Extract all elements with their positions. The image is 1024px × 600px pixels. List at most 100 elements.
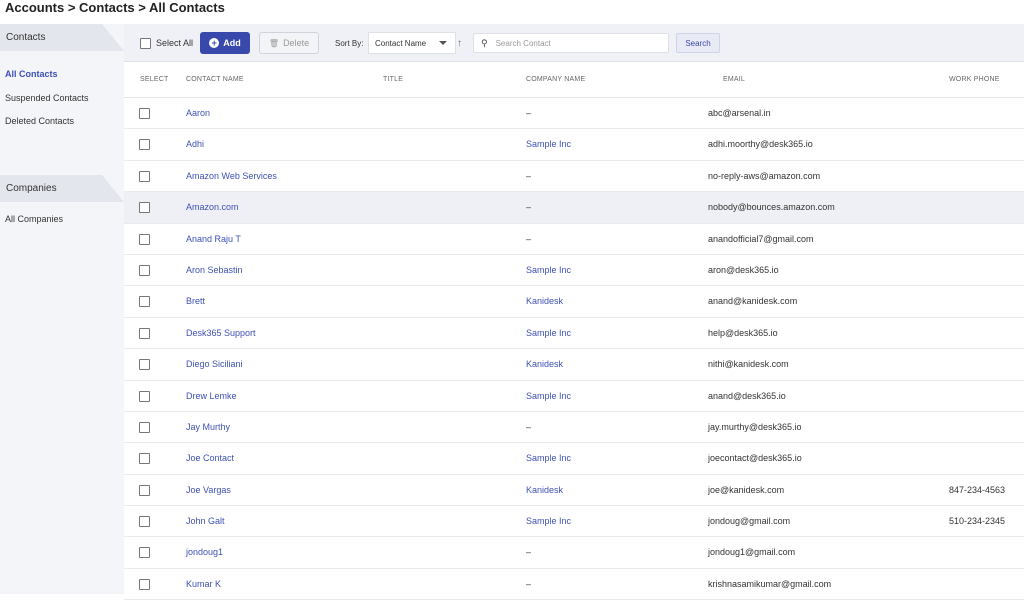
table-row[interactable]: jondoug1 – jondoug1@gmail.com — [124, 537, 1024, 569]
company-name: – — [526, 233, 532, 244]
delete-button[interactable]: 🗑 Delete — [259, 32, 319, 54]
company-name-link[interactable]: Kanidesk — [526, 286, 563, 317]
contact-name-link[interactable]: Amazon.com — [186, 192, 239, 223]
row-checkbox[interactable] — [139, 233, 150, 245]
row-checkbox[interactable] — [139, 578, 150, 590]
table-row[interactable]: Brett Kanidesk anand@kanidesk.com — [124, 286, 1024, 318]
contact-name-link[interactable]: Desk365 Support — [186, 318, 256, 349]
company-name: – — [526, 578, 532, 589]
sidebar-section-contacts: Contacts — [0, 24, 124, 51]
row-checkbox[interactable] — [139, 484, 150, 496]
row-checkbox[interactable] — [139, 296, 150, 308]
column-header-select: SELECT — [140, 76, 169, 83]
contact-email: adhi.moorthy@desk365.io — [708, 139, 813, 150]
select-all-checkbox[interactable] — [140, 37, 151, 49]
row-checkbox[interactable] — [139, 264, 150, 276]
contact-email: no-reply-aws@amazon.com — [708, 170, 821, 181]
company-name-link[interactable]: Sample Inc — [526, 506, 571, 537]
table-header: SELECT CONTACT NAME TITLE COMPANY NAME E… — [124, 62, 1024, 98]
company-name-link[interactable]: Sample Inc — [526, 318, 571, 349]
row-checkbox[interactable] — [139, 327, 150, 339]
company-name-link[interactable]: Sample Inc — [526, 443, 571, 474]
table-row[interactable]: Drew Lemke Sample Inc anand@desk365.io — [124, 381, 1024, 412]
sidebar-item-suspended-contacts[interactable]: Suspended Contacts — [0, 87, 124, 111]
sidebar-item-all-companies[interactable]: All Companies — [0, 208, 124, 232]
plus-circle-icon: + — [209, 38, 220, 48]
company-name-link[interactable]: Kanidesk — [526, 475, 563, 506]
add-button[interactable]: + Add — [200, 32, 250, 54]
contact-name-link[interactable]: Aaron — [186, 98, 210, 129]
row-checkbox[interactable] — [139, 108, 150, 119]
breadcrumb: Accounts > Contacts > All Contacts — [5, 0, 225, 15]
contact-email: krishnasamikumar@gmail.com — [708, 578, 832, 589]
contact-name-link[interactable]: Adhi — [186, 129, 204, 160]
table-row[interactable]: Aron Sebastin Sample Inc aron@desk365.io — [124, 255, 1024, 287]
search-input[interactable] — [495, 38, 656, 48]
table-row[interactable]: Amazon.com – nobody@bounces.amazon.com — [124, 192, 1024, 224]
search-icon: ⚲ — [481, 37, 488, 48]
company-name-link[interactable]: Sample Inc — [526, 381, 571, 412]
table-row[interactable]: Desk365 Support Sample Inc help@desk365.io — [124, 318, 1024, 350]
table-body: Aaron – abc@arsenal.in Adhi Sample Inc adhi.m… — [124, 98, 1024, 600]
table-row[interactable]: Joe Contact Sample Inc joecontact@desk365.… — [124, 443, 1024, 475]
contact-name-link[interactable]: Brett — [186, 286, 205, 317]
sidebar-item-all-contacts[interactable]: All Contacts — [0, 63, 124, 87]
contact-name-link[interactable]: John Galt — [186, 506, 225, 537]
row-checkbox[interactable] — [139, 139, 150, 151]
row-checkbox[interactable] — [139, 390, 150, 402]
row-checkbox[interactable] — [139, 202, 150, 214]
row-checkbox[interactable] — [139, 516, 150, 528]
contact-email: anand@kanidesk.com — [708, 296, 798, 307]
contact-email: help@desk365.io — [708, 327, 778, 338]
contact-name-link[interactable]: Jay Murthy — [186, 412, 230, 443]
sidebar-item-deleted-contacts[interactable]: Deleted Contacts — [0, 110, 124, 134]
table-row[interactable]: Amazon Web Services – no-reply-aws@amazon.… — [124, 161, 1024, 193]
contact-name-link[interactable]: Aron Sebastin — [186, 255, 243, 286]
contact-name-link[interactable]: Anand Raju T — [186, 224, 241, 255]
column-header-email[interactable]: EMAIL — [723, 62, 745, 98]
row-checkbox[interactable] — [139, 453, 150, 465]
sort-select-value: Contact Name — [375, 38, 427, 48]
column-header-work-phone[interactable]: WORK PHONE — [949, 62, 1000, 98]
contact-email: jondoug@gmail.com — [708, 516, 791, 527]
table-row[interactable]: Adhi Sample Inc adhi.moorthy@desk365.io — [124, 129, 1024, 161]
contact-name-link[interactable]: Amazon Web Services — [186, 161, 277, 192]
column-header-contact-name[interactable]: CONTACT NAME — [186, 62, 244, 98]
chevron-down-icon — [439, 41, 447, 45]
contact-name-link[interactable]: Joe Contact — [186, 443, 234, 474]
search-button[interactable]: Search — [676, 33, 720, 53]
contact-name-link[interactable]: jondoug1 — [186, 537, 223, 568]
contact-name-link[interactable]: Diego Siciliani — [186, 349, 243, 380]
contact-email: anand@desk365.io — [708, 390, 786, 401]
row-checkbox[interactable] — [139, 170, 150, 182]
company-name-link[interactable]: Sample Inc — [526, 255, 571, 286]
table-row[interactable]: Aaron – abc@arsenal.in — [124, 98, 1024, 130]
column-header-title[interactable]: TITLE — [383, 62, 403, 98]
row-checkbox[interactable] — [139, 421, 150, 433]
contact-email: nobody@bounces.amazon.com — [708, 202, 835, 213]
toolbar: Select All + Add 🗑 Delete Sort By: Conta… — [124, 24, 1024, 62]
add-button-label: Add — [223, 38, 241, 48]
contact-name-link[interactable]: Drew Lemke — [186, 381, 237, 412]
row-checkbox[interactable] — [139, 359, 150, 371]
company-name-link[interactable]: Kanidesk — [526, 349, 563, 380]
select-all-control[interactable]: Select All — [140, 24, 193, 62]
contact-name-link[interactable]: Kumar K — [186, 569, 221, 600]
table-row[interactable]: Kumar K – krishnasamikumar@gmail.com — [124, 569, 1024, 600]
column-header-company-name[interactable]: COMPANY NAME — [526, 62, 585, 98]
company-name-link[interactable]: Sample Inc — [526, 129, 571, 160]
table-row[interactable]: Anand Raju T – anandofficial7@gmail.com — [124, 224, 1024, 255]
row-checkbox[interactable] — [139, 547, 150, 559]
table-row[interactable]: Joe Vargas Kanidesk joe@kanidesk.com 847-23… — [124, 475, 1024, 507]
contact-name-link[interactable]: Joe Vargas — [186, 475, 231, 506]
trash-icon: 🗑 — [268, 38, 280, 48]
sort-direction-arrow-up-icon[interactable]: ↑ — [457, 24, 462, 62]
company-name: – — [526, 202, 532, 213]
table-row[interactable]: John Galt Sample Inc jondoug@gmail.com 510-… — [124, 506, 1024, 538]
sort-select[interactable]: Contact Name — [368, 32, 456, 54]
contact-email: jay.murthy@desk365.io — [708, 421, 802, 432]
table-row[interactable]: Diego Siciliani Kanidesk nithi@kanidesk.co… — [124, 349, 1024, 381]
table-row[interactable]: Jay Murthy – jay.murthy@desk365.io — [124, 412, 1024, 444]
contact-work-phone: 510-234-2345 — [949, 516, 1006, 527]
sidebar: Contacts All Contacts Suspended Contacts… — [0, 24, 124, 594]
